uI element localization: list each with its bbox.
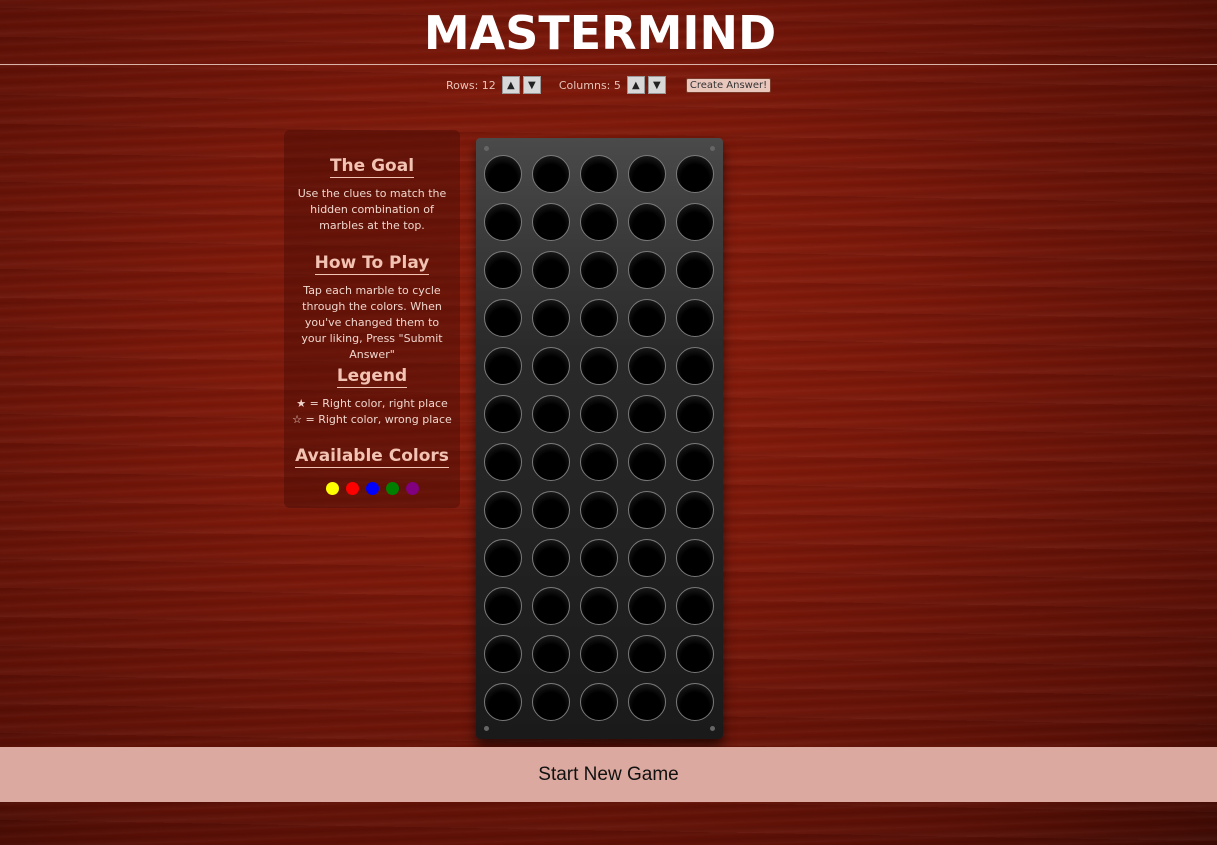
marble-slot[interactable] xyxy=(676,299,714,337)
marble-slot[interactable] xyxy=(628,251,666,289)
marble-slot[interactable] xyxy=(532,395,570,433)
goal-section: The Goal Use the clues to match the hidd… xyxy=(284,156,460,234)
marble-slot[interactable] xyxy=(628,587,666,625)
board-screw xyxy=(710,146,715,151)
marble-slot[interactable] xyxy=(532,539,570,577)
marble-slot[interactable] xyxy=(532,347,570,385)
marble-slot[interactable] xyxy=(484,539,522,577)
board-screw xyxy=(484,146,489,151)
marble-slot[interactable] xyxy=(628,155,666,193)
game-settings: Rows: 12 ▲ ▼ Columns: 5 ▲ ▼ Create Answe… xyxy=(446,76,772,94)
marble-slot[interactable] xyxy=(484,155,522,193)
marble-slot[interactable] xyxy=(676,155,714,193)
marble-slot[interactable] xyxy=(532,491,570,529)
marble-slot[interactable] xyxy=(580,395,618,433)
rows-label: Rows: 12 xyxy=(446,78,496,92)
rows-decrease-button[interactable]: ▼ xyxy=(522,76,541,94)
start-new-game-button[interactable]: Start New Game xyxy=(0,747,1217,802)
marble-slot[interactable] xyxy=(628,443,666,481)
marble-slot[interactable] xyxy=(676,635,714,673)
marble-slot[interactable] xyxy=(676,251,714,289)
columns-increase-button[interactable]: ▲ xyxy=(626,76,645,94)
marble-slot[interactable] xyxy=(532,155,570,193)
marble-slot[interactable] xyxy=(676,395,714,433)
available-colors-section: Available Colors xyxy=(284,446,460,495)
game-board xyxy=(476,138,723,739)
goal-text: Use the clues to match the hidden combin… xyxy=(297,187,447,232)
available-colors-heading: Available Colors xyxy=(295,446,449,468)
marble-slot[interactable] xyxy=(628,347,666,385)
marble-slot[interactable] xyxy=(484,299,522,337)
title-divider xyxy=(0,64,1217,65)
marble-slot[interactable] xyxy=(628,635,666,673)
marble-slot[interactable] xyxy=(676,203,714,241)
color-swatch xyxy=(385,482,399,495)
page-title: MASTERMIND xyxy=(423,6,777,60)
color-swatch xyxy=(325,482,339,495)
marble-slot[interactable] xyxy=(484,635,522,673)
color-swatch xyxy=(405,482,419,495)
goal-heading: The Goal xyxy=(329,156,415,178)
marble-slot[interactable] xyxy=(580,635,618,673)
marble-slot[interactable] xyxy=(580,299,618,337)
marble-slot[interactable] xyxy=(676,587,714,625)
color-swatches xyxy=(284,482,460,495)
marble-slot[interactable] xyxy=(532,635,570,673)
marble-slot[interactable] xyxy=(484,491,522,529)
marble-slot[interactable] xyxy=(628,539,666,577)
marble-slot[interactable] xyxy=(484,251,522,289)
marble-slot[interactable] xyxy=(580,491,618,529)
marble-slot[interactable] xyxy=(628,299,666,337)
marble-slot[interactable] xyxy=(484,395,522,433)
marble-slot[interactable] xyxy=(580,347,618,385)
rows-increase-button[interactable]: ▲ xyxy=(501,76,520,94)
legend-heading: Legend xyxy=(336,366,408,388)
marble-slot[interactable] xyxy=(628,683,666,721)
how-to-play-text: Tap each marble to cycle through the col… xyxy=(301,284,443,361)
marble-slot[interactable] xyxy=(484,683,522,721)
legend-section: Legend ★ = Right color, right place ☆ = … xyxy=(284,366,460,428)
marble-slot[interactable] xyxy=(580,155,618,193)
marble-slot[interactable] xyxy=(484,203,522,241)
marble-slot[interactable] xyxy=(676,683,714,721)
color-swatch xyxy=(365,482,379,495)
marble-slot[interactable] xyxy=(676,443,714,481)
marble-slot[interactable] xyxy=(532,443,570,481)
marble-slot[interactable] xyxy=(676,539,714,577)
columns-decrease-button[interactable]: ▼ xyxy=(647,76,666,94)
marble-slot[interactable] xyxy=(580,443,618,481)
marble-slot[interactable] xyxy=(532,683,570,721)
marble-slot[interactable] xyxy=(532,299,570,337)
marble-slot[interactable] xyxy=(532,587,570,625)
marble-slot[interactable] xyxy=(580,683,618,721)
color-swatch xyxy=(345,482,359,495)
marble-slot[interactable] xyxy=(676,491,714,529)
board-screw xyxy=(710,726,715,731)
marble-slot[interactable] xyxy=(628,395,666,433)
instructions-panel: The Goal Use the clues to match the hidd… xyxy=(284,130,460,508)
marble-slot[interactable] xyxy=(484,587,522,625)
marble-slot[interactable] xyxy=(628,203,666,241)
create-answer-button[interactable]: Create Answer! xyxy=(685,77,772,93)
how-to-play-section: How To Play Tap each marble to cycle thr… xyxy=(284,253,460,363)
board-screw xyxy=(484,726,489,731)
marble-slot[interactable] xyxy=(532,203,570,241)
legend-right-place: ★ = Right color, right place xyxy=(296,397,448,410)
columns-label: Columns: 5 xyxy=(558,78,621,92)
legend-wrong-place: ☆ = Right color, wrong place xyxy=(292,413,452,426)
marble-slot[interactable] xyxy=(532,251,570,289)
marble-slot[interactable] xyxy=(580,203,618,241)
marble-slot[interactable] xyxy=(484,347,522,385)
marble-slot[interactable] xyxy=(580,539,618,577)
marble-slot[interactable] xyxy=(580,587,618,625)
marble-slot[interactable] xyxy=(676,347,714,385)
how-to-play-heading: How To Play xyxy=(314,253,430,275)
marble-slot[interactable] xyxy=(580,251,618,289)
marble-slot[interactable] xyxy=(628,491,666,529)
marble-slot[interactable] xyxy=(484,443,522,481)
